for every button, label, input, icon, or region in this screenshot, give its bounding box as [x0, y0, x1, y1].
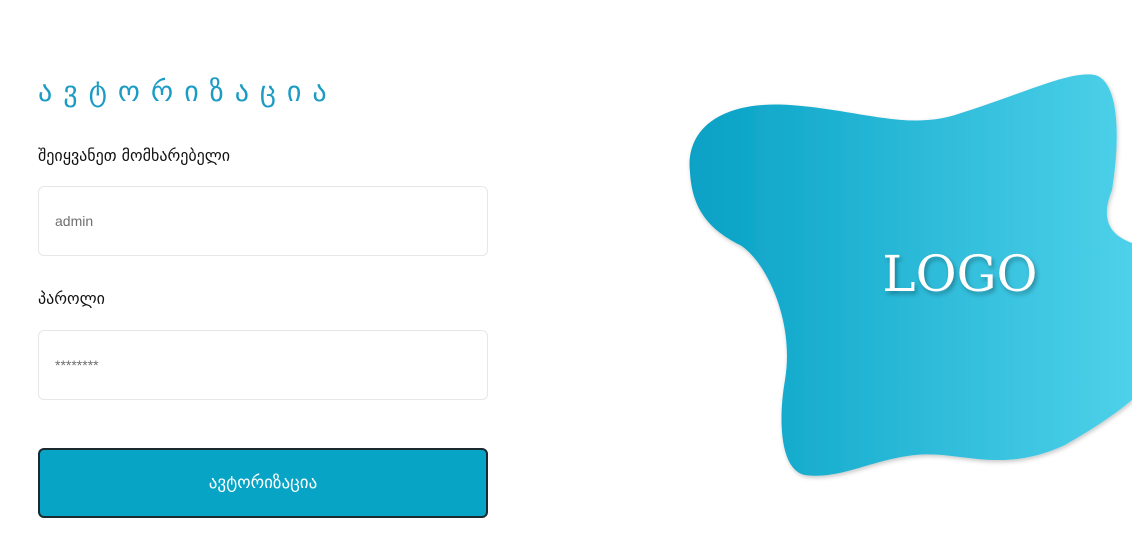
- logo-area: LOGO: [680, 60, 1132, 490]
- password-label: პაროლი: [38, 289, 105, 308]
- login-button[interactable]: ავტორიზაცია: [38, 448, 488, 518]
- username-label: შეიყვანეთ მომხარებელი: [38, 146, 231, 165]
- page-title: ავტორიზაცია: [38, 75, 338, 108]
- username-input[interactable]: [38, 186, 488, 256]
- password-input[interactable]: [38, 330, 488, 400]
- logo-text: LOGO: [882, 245, 1038, 303]
- login-panel: ავტორიზაცია შეიყვანეთ მომხარებელი პაროლი…: [38, 0, 488, 555]
